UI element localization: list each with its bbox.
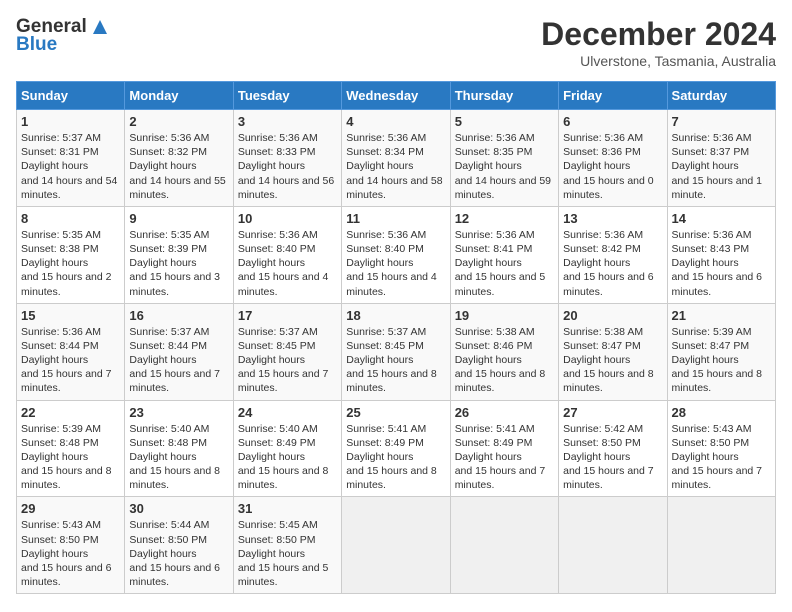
calendar-cell: 14Sunrise: 5:36 AMSunset: 8:43 PMDayligh… [667, 206, 775, 303]
calendar-cell: 8Sunrise: 5:35 AMSunset: 8:38 PMDaylight… [17, 206, 125, 303]
calendar-cell: 22Sunrise: 5:39 AMSunset: 8:48 PMDayligh… [17, 400, 125, 497]
calendar-cell: 12Sunrise: 5:36 AMSunset: 8:41 PMDayligh… [450, 206, 558, 303]
calendar-cell: 25Sunrise: 5:41 AMSunset: 8:49 PMDayligh… [342, 400, 450, 497]
logo-blue: Blue [16, 34, 57, 56]
day-number: 17 [238, 308, 337, 323]
calendar-cell: 7Sunrise: 5:36 AMSunset: 8:37 PMDaylight… [667, 110, 775, 207]
calendar-cell: 28Sunrise: 5:43 AMSunset: 8:50 PMDayligh… [667, 400, 775, 497]
day-number: 5 [455, 114, 554, 129]
calendar-cell: 31Sunrise: 5:45 AMSunset: 8:50 PMDayligh… [233, 497, 341, 594]
calendar-week-row: 22Sunrise: 5:39 AMSunset: 8:48 PMDayligh… [17, 400, 776, 497]
day-number: 21 [672, 308, 771, 323]
day-number: 4 [346, 114, 445, 129]
location-text: Ulverstone, Tasmania, Australia [541, 53, 776, 69]
day-number: 18 [346, 308, 445, 323]
logo: General Blue [16, 16, 111, 56]
day-number: 20 [563, 308, 662, 323]
weekday-header-saturday: Saturday [667, 82, 775, 110]
day-number: 2 [129, 114, 228, 129]
calendar-week-row: 8Sunrise: 5:35 AMSunset: 8:38 PMDaylight… [17, 206, 776, 303]
page-header: General Blue December 2024 Ulverstone, T… [16, 16, 776, 69]
calendar-cell [450, 497, 558, 594]
day-number: 12 [455, 211, 554, 226]
calendar-cell: 6Sunrise: 5:36 AMSunset: 8:36 PMDaylight… [559, 110, 667, 207]
month-title: December 2024 [541, 16, 776, 53]
calendar-cell: 27Sunrise: 5:42 AMSunset: 8:50 PMDayligh… [559, 400, 667, 497]
calendar-cell: 18Sunrise: 5:37 AMSunset: 8:45 PMDayligh… [342, 303, 450, 400]
calendar-cell: 24Sunrise: 5:40 AMSunset: 8:49 PMDayligh… [233, 400, 341, 497]
day-number: 31 [238, 501, 337, 516]
calendar-cell: 15Sunrise: 5:36 AMSunset: 8:44 PMDayligh… [17, 303, 125, 400]
day-number: 28 [672, 405, 771, 420]
weekday-header-wednesday: Wednesday [342, 82, 450, 110]
calendar-cell [667, 497, 775, 594]
calendar-cell: 10Sunrise: 5:36 AMSunset: 8:40 PMDayligh… [233, 206, 341, 303]
day-number: 14 [672, 211, 771, 226]
title-block: December 2024 Ulverstone, Tasmania, Aust… [541, 16, 776, 69]
calendar-week-row: 1Sunrise: 5:37 AMSunset: 8:31 PMDaylight… [17, 110, 776, 207]
calendar-cell: 11Sunrise: 5:36 AMSunset: 8:40 PMDayligh… [342, 206, 450, 303]
calendar-cell: 9Sunrise: 5:35 AMSunset: 8:39 PMDaylight… [125, 206, 233, 303]
calendar-week-row: 29Sunrise: 5:43 AMSunset: 8:50 PMDayligh… [17, 497, 776, 594]
day-number: 30 [129, 501, 228, 516]
day-number: 6 [563, 114, 662, 129]
day-number: 11 [346, 211, 445, 226]
day-number: 16 [129, 308, 228, 323]
day-number: 7 [672, 114, 771, 129]
calendar-cell: 5Sunrise: 5:36 AMSunset: 8:35 PMDaylight… [450, 110, 558, 207]
day-number: 15 [21, 308, 120, 323]
weekday-header-sunday: Sunday [17, 82, 125, 110]
calendar-week-row: 15Sunrise: 5:36 AMSunset: 8:44 PMDayligh… [17, 303, 776, 400]
calendar-cell: 29Sunrise: 5:43 AMSunset: 8:50 PMDayligh… [17, 497, 125, 594]
calendar-cell: 4Sunrise: 5:36 AMSunset: 8:34 PMDaylight… [342, 110, 450, 207]
day-number: 22 [21, 405, 120, 420]
weekday-header-thursday: Thursday [450, 82, 558, 110]
day-number: 3 [238, 114, 337, 129]
weekday-header-friday: Friday [559, 82, 667, 110]
day-number: 25 [346, 405, 445, 420]
weekday-header-row: SundayMondayTuesdayWednesdayThursdayFrid… [17, 82, 776, 110]
calendar-cell [559, 497, 667, 594]
day-number: 29 [21, 501, 120, 516]
calendar-cell: 23Sunrise: 5:40 AMSunset: 8:48 PMDayligh… [125, 400, 233, 497]
calendar-cell: 17Sunrise: 5:37 AMSunset: 8:45 PMDayligh… [233, 303, 341, 400]
weekday-header-tuesday: Tuesday [233, 82, 341, 110]
day-number: 1 [21, 114, 120, 129]
day-number: 19 [455, 308, 554, 323]
calendar-cell: 2Sunrise: 5:36 AMSunset: 8:32 PMDaylight… [125, 110, 233, 207]
calendar-cell: 26Sunrise: 5:41 AMSunset: 8:49 PMDayligh… [450, 400, 558, 497]
day-number: 10 [238, 211, 337, 226]
calendar-cell: 3Sunrise: 5:36 AMSunset: 8:33 PMDaylight… [233, 110, 341, 207]
day-number: 24 [238, 405, 337, 420]
calendar-cell: 1Sunrise: 5:37 AMSunset: 8:31 PMDaylight… [17, 110, 125, 207]
calendar-cell: 13Sunrise: 5:36 AMSunset: 8:42 PMDayligh… [559, 206, 667, 303]
day-number: 9 [129, 211, 228, 226]
calendar-cell: 19Sunrise: 5:38 AMSunset: 8:46 PMDayligh… [450, 303, 558, 400]
calendar-cell [342, 497, 450, 594]
calendar-cell: 30Sunrise: 5:44 AMSunset: 8:50 PMDayligh… [125, 497, 233, 594]
day-number: 26 [455, 405, 554, 420]
day-number: 27 [563, 405, 662, 420]
day-number: 13 [563, 211, 662, 226]
calendar-cell: 20Sunrise: 5:38 AMSunset: 8:47 PMDayligh… [559, 303, 667, 400]
calendar-cell: 21Sunrise: 5:39 AMSunset: 8:47 PMDayligh… [667, 303, 775, 400]
calendar-table: SundayMondayTuesdayWednesdayThursdayFrid… [16, 81, 776, 594]
logo-icon [89, 16, 111, 38]
day-number: 8 [21, 211, 120, 226]
weekday-header-monday: Monday [125, 82, 233, 110]
day-number: 23 [129, 405, 228, 420]
calendar-cell: 16Sunrise: 5:37 AMSunset: 8:44 PMDayligh… [125, 303, 233, 400]
